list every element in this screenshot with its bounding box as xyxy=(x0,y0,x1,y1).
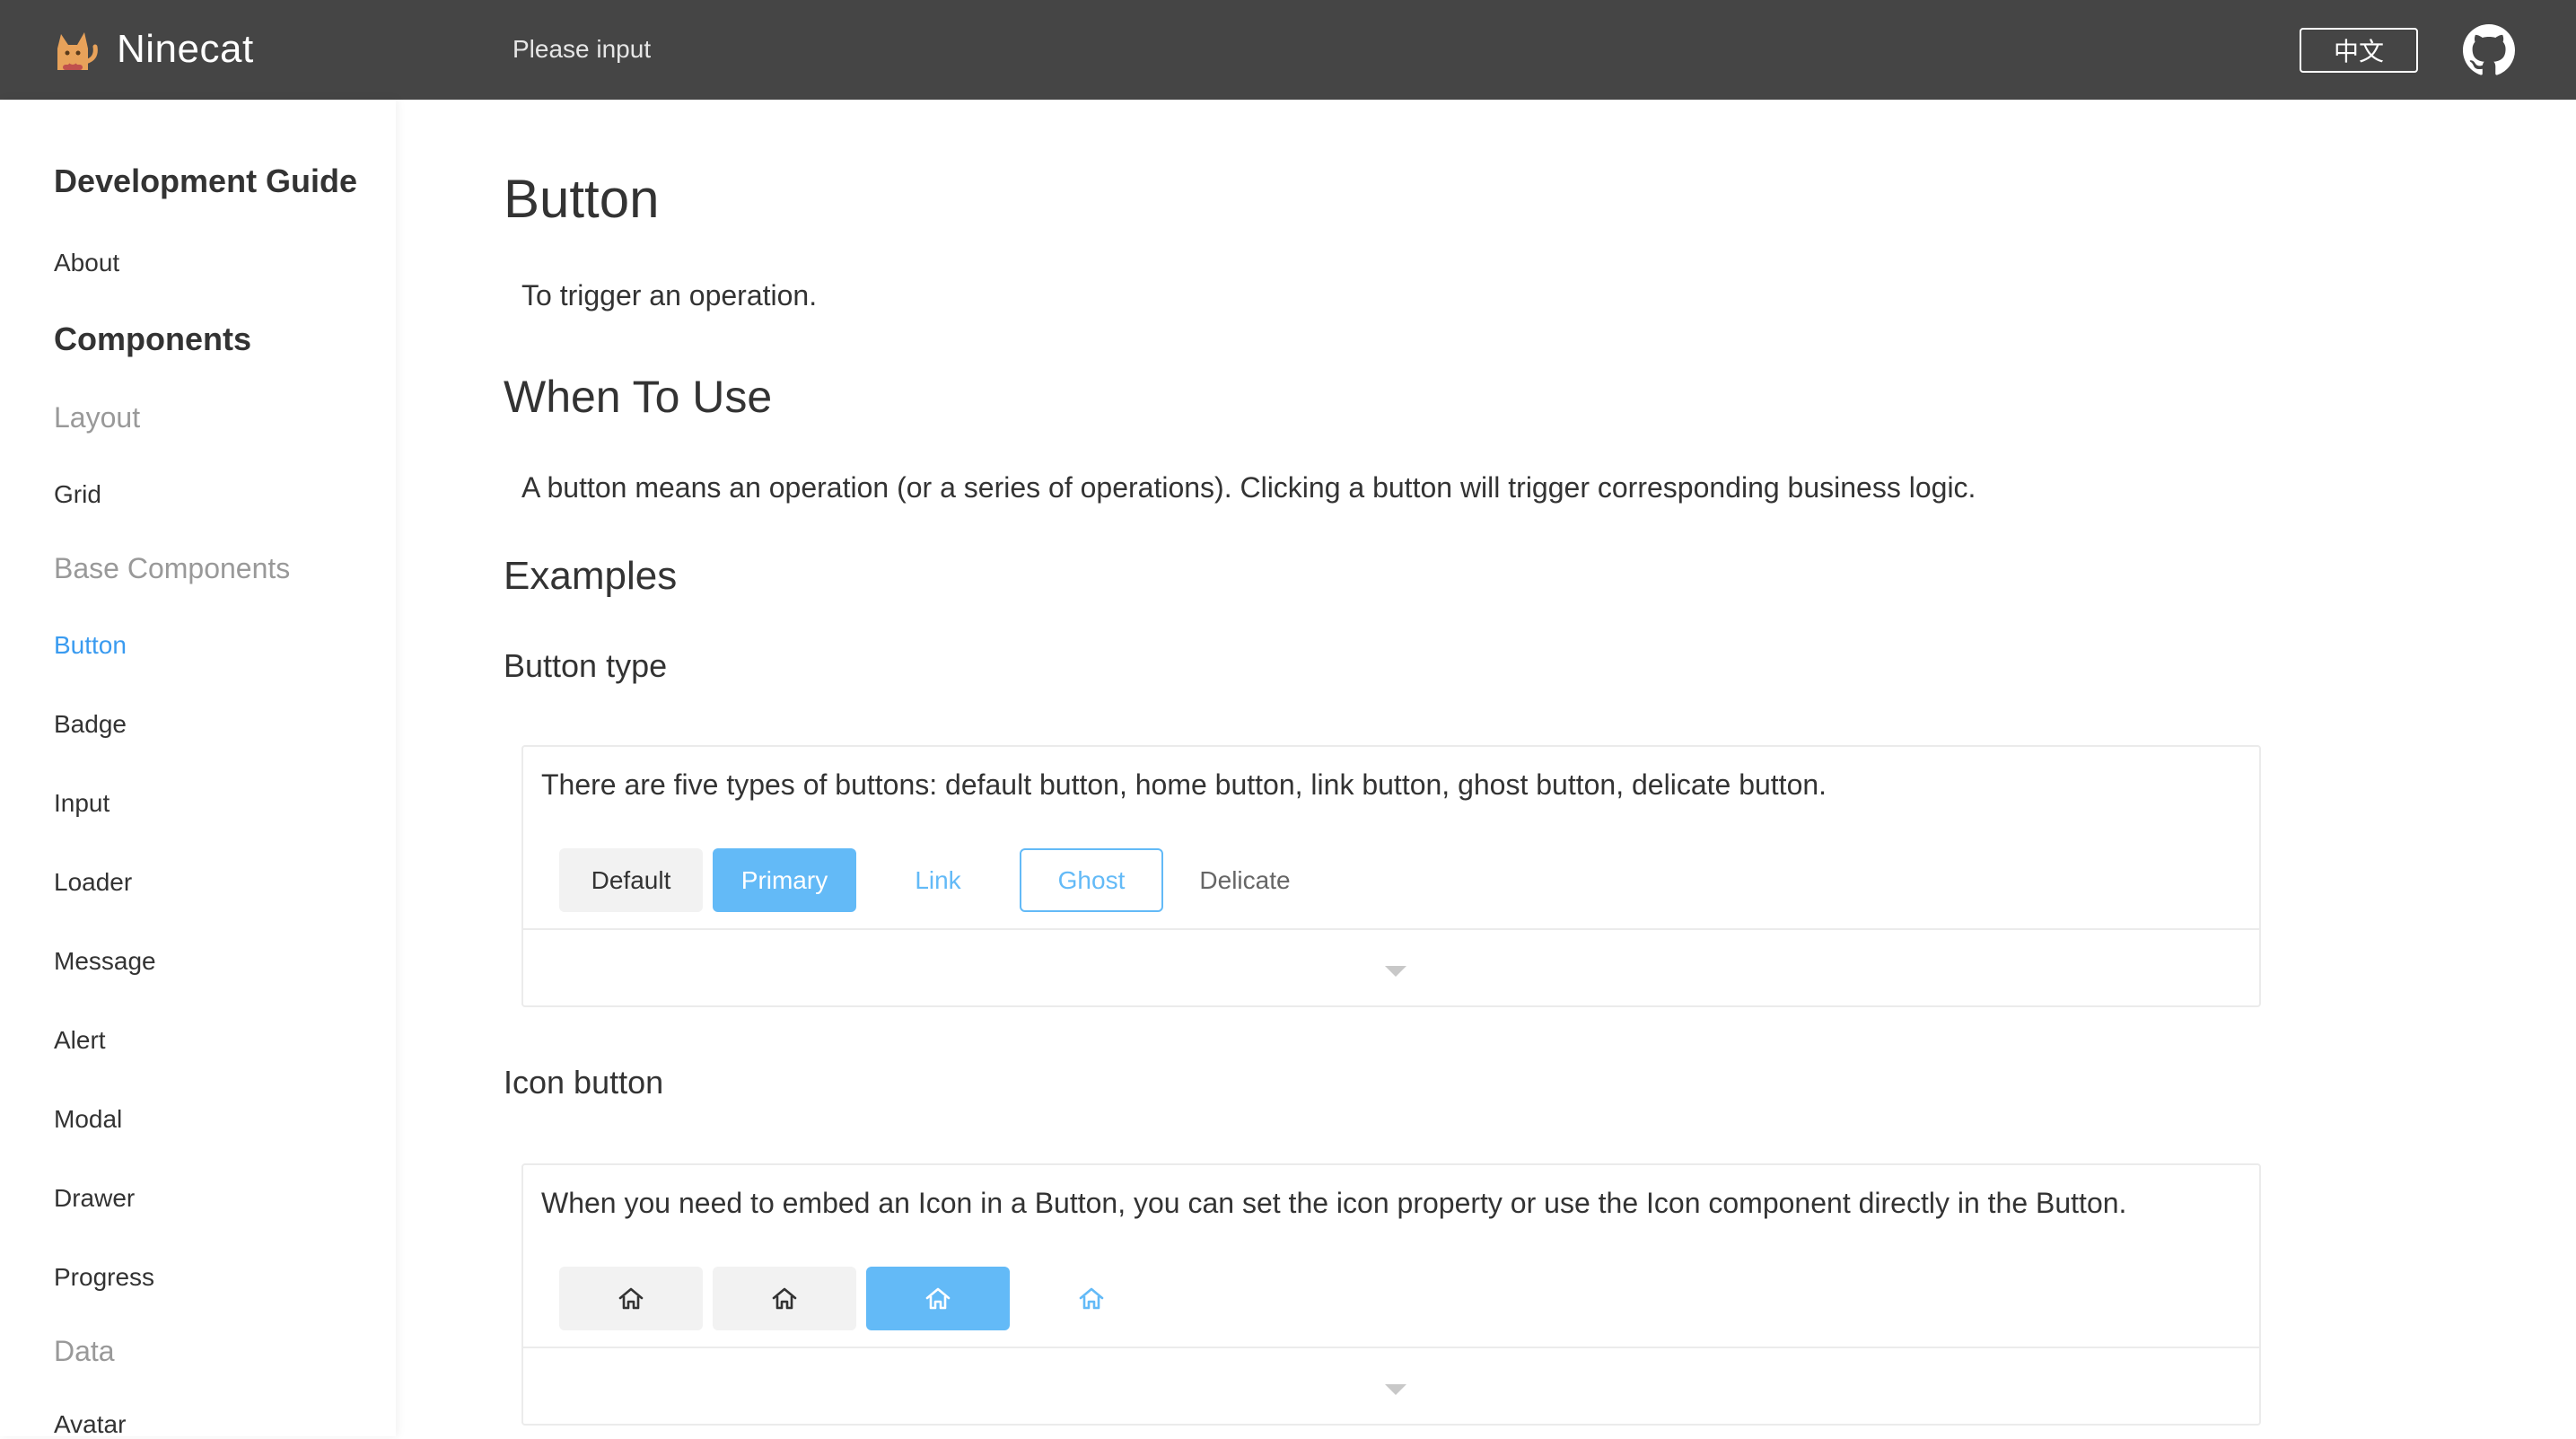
sidebar-item-progress[interactable]: Progress xyxy=(54,1263,154,1292)
button-type-description: There are five types of buttons: default… xyxy=(541,768,1827,801)
sidebar-item-about[interactable]: About xyxy=(54,249,119,277)
sidebar-item-message[interactable]: Message xyxy=(54,947,156,976)
top-header: Ninecat 中文 xyxy=(0,0,2576,100)
github-icon[interactable] xyxy=(2463,24,2515,76)
ghost-button[interactable]: Ghost xyxy=(1020,848,1163,912)
sidebar-item-alert[interactable]: Alert xyxy=(54,1026,106,1055)
home-icon xyxy=(1079,1287,1104,1309)
sidebar-subheading-base-components: Base Components xyxy=(54,552,291,584)
sidebar-item-grid[interactable]: Grid xyxy=(54,480,101,509)
icon-link-button[interactable] xyxy=(1020,1267,1163,1330)
when-to-use-text: A button means an operation (or a series… xyxy=(521,471,1976,504)
main-content: Button To trigger an operation. When To … xyxy=(396,100,2576,1436)
when-to-use-heading: When To Use xyxy=(504,372,773,422)
primary-button[interactable]: Primary xyxy=(713,848,856,912)
home-icon xyxy=(772,1287,797,1309)
expand-code-icon[interactable] xyxy=(1384,1382,1407,1397)
sidebar-item-button[interactable]: Button xyxy=(54,631,127,660)
sidebar: Development Guide About Components Layou… xyxy=(0,100,396,1439)
language-switch-button[interactable]: 中文 xyxy=(2300,28,2418,73)
sidebar-group-development-guide: Development Guide xyxy=(54,162,358,199)
home-icon xyxy=(618,1287,644,1309)
page-title: Button xyxy=(504,169,660,229)
home-icon xyxy=(925,1287,951,1309)
icon-button-heading: Icon button xyxy=(504,1064,664,1101)
sidebar-item-loader[interactable]: Loader xyxy=(54,868,132,897)
cat-logo-icon xyxy=(57,32,98,70)
sidebar-item-drawer[interactable]: Drawer xyxy=(54,1184,135,1213)
sidebar-item-input[interactable]: Input xyxy=(54,789,110,818)
search-input[interactable] xyxy=(513,27,979,72)
brand-name: Ninecat xyxy=(117,27,254,71)
sidebar-subheading-layout: Layout xyxy=(54,401,141,434)
button-type-demo: There are five types of buttons: default… xyxy=(521,745,2261,1007)
sidebar-item-avatar[interactable]: Avatar xyxy=(54,1410,126,1439)
sidebar-item-badge[interactable]: Badge xyxy=(54,710,127,739)
examples-heading: Examples xyxy=(504,554,678,598)
sidebar-group-components: Components xyxy=(54,320,251,357)
demo-divider xyxy=(523,1347,2259,1348)
page-intro: To trigger an operation. xyxy=(521,279,818,311)
button-type-heading: Button type xyxy=(504,647,668,684)
expand-code-icon[interactable] xyxy=(1384,964,1407,978)
icon-button-demo: When you need to embed an Icon in a Butt… xyxy=(521,1163,2261,1426)
delicate-button[interactable]: Delicate xyxy=(1173,848,1317,912)
default-button[interactable]: Default xyxy=(559,848,703,912)
icon-home-button[interactable] xyxy=(713,1267,856,1330)
demo-divider xyxy=(523,928,2259,930)
sidebar-subheading-data: Data xyxy=(54,1335,115,1367)
icon-primary-button[interactable] xyxy=(866,1267,1010,1330)
icon-default-button[interactable] xyxy=(559,1267,703,1330)
icon-button-description: When you need to embed an Icon in a Butt… xyxy=(541,1187,2127,1219)
link-button[interactable]: Link xyxy=(866,848,1010,912)
brand[interactable]: Ninecat xyxy=(50,25,254,74)
sidebar-item-modal[interactable]: Modal xyxy=(54,1105,122,1134)
